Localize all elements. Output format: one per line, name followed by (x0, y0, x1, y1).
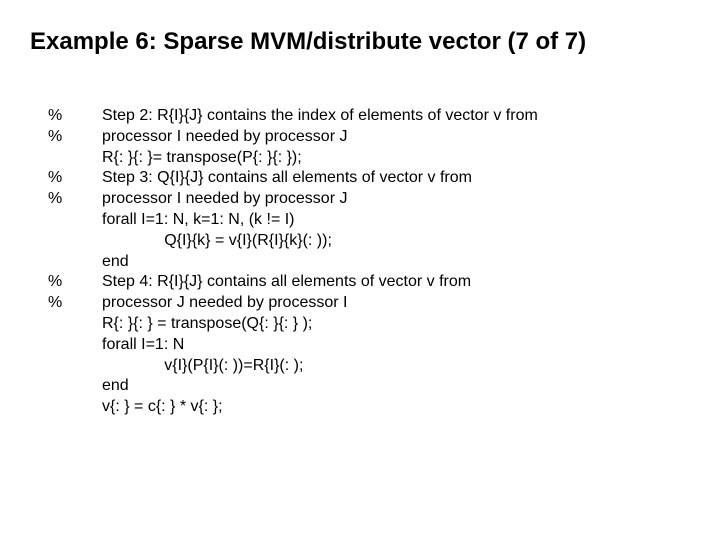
code-line: R{: }{: } = transpose(Q{: }{: } ); (30, 314, 690, 335)
code-text: processor J needed by processor I (102, 293, 690, 314)
gutter: % (30, 106, 102, 127)
code-text: processor I needed by processor J (102, 127, 690, 148)
gutter (30, 252, 102, 273)
code-text: forall I=1: N (102, 335, 690, 356)
code-line: end (30, 252, 690, 273)
slide: Example 6: Sparse MVM/distribute vector … (0, 0, 720, 540)
code-line: % processor I needed by processor J (30, 189, 690, 210)
code-text: v{: } = c{: } * v{: }; (102, 397, 690, 418)
gutter: % (30, 127, 102, 148)
gutter (30, 376, 102, 397)
code-line: % Step 2: R{I}{J} contains the index of … (30, 106, 690, 127)
code-text: R{: }{: }= transpose(P{: }{: }); (102, 148, 690, 169)
gutter (30, 148, 102, 169)
code-line: Q{I}{k} = v{I}(R{I}{k}(: )); (30, 231, 690, 252)
code-line: end (30, 376, 690, 397)
code-text: end (102, 252, 690, 273)
code-line: % processor J needed by processor I (30, 293, 690, 314)
code-text: Step 3: Q{I}{J} contains all elements of… (102, 168, 690, 189)
code-text: end (102, 376, 690, 397)
gutter: % (30, 168, 102, 189)
gutter (30, 335, 102, 356)
code-block: % Step 2: R{I}{J} contains the index of … (30, 106, 690, 418)
gutter (30, 314, 102, 335)
code-line: forall I=1: N, k=1: N, (k != I) (30, 210, 690, 231)
gutter (30, 231, 102, 252)
code-line: forall I=1: N (30, 335, 690, 356)
code-text: Step 2: R{I}{J} contains the index of el… (102, 106, 690, 127)
slide-title: Example 6: Sparse MVM/distribute vector … (30, 28, 690, 56)
code-line: % processor I needed by processor J (30, 127, 690, 148)
code-line: v{I}(P{I}(: ))=R{I}(: ); (30, 356, 690, 377)
code-text: Step 4: R{I}{J} contains all elements of… (102, 272, 690, 293)
code-text: processor I needed by processor J (102, 189, 690, 210)
code-text: R{: }{: } = transpose(Q{: }{: } ); (102, 314, 690, 335)
code-line: v{: } = c{: } * v{: }; (30, 397, 690, 418)
gutter: % (30, 293, 102, 314)
gutter (30, 397, 102, 418)
code-text: v{I}(P{I}(: ))=R{I}(: ); (102, 356, 690, 377)
code-text: forall I=1: N, k=1: N, (k != I) (102, 210, 690, 231)
code-line: % Step 3: Q{I}{J} contains all elements … (30, 168, 690, 189)
gutter (30, 210, 102, 231)
code-line: % Step 4: R{I}{J} contains all elements … (30, 272, 690, 293)
gutter: % (30, 272, 102, 293)
code-text: Q{I}{k} = v{I}(R{I}{k}(: )); (102, 231, 690, 252)
gutter (30, 356, 102, 377)
code-line: R{: }{: }= transpose(P{: }{: }); (30, 148, 690, 169)
gutter: % (30, 189, 102, 210)
